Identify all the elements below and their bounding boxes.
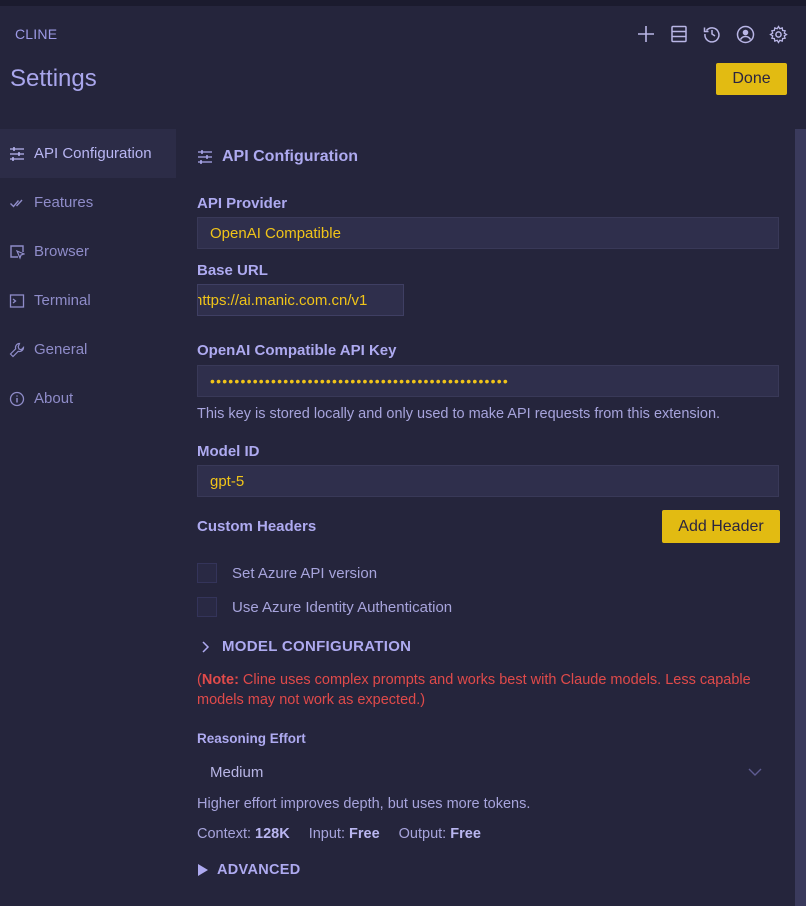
model-warning: (Note: Cline uses complex prompts and wo… <box>197 672 751 708</box>
browser-icon <box>8 243 25 260</box>
history-icon[interactable] <box>702 24 722 44</box>
base-url-label: Base URL <box>197 262 268 279</box>
page-title: Settings <box>10 65 97 92</box>
sidebar-item-label: Terminal <box>34 292 91 309</box>
azure-version-checkbox[interactable] <box>197 563 217 583</box>
section-title: API Configuration <box>197 148 358 166</box>
scrollbar[interactable] <box>795 129 806 906</box>
triangle-right-icon <box>197 863 209 877</box>
reasoning-effort-value: Medium <box>210 763 264 781</box>
azure-identity-label: Use Azure Identity Authentication <box>232 598 453 616</box>
output-price-info: Output: Free <box>398 826 481 842</box>
api-key-hint: This key is stored locally and only used… <box>197 406 721 422</box>
sidebar-item-general[interactable]: General <box>0 325 176 374</box>
sidebar-item-label: Features <box>34 194 94 211</box>
sidebar-item-terminal[interactable]: Terminal <box>0 276 176 325</box>
reasoning-effort-hint: Higher effort improves depth, but uses m… <box>197 796 531 812</box>
settings-sidebar: API Configuration Features Browser Termi… <box>0 129 176 423</box>
wrench-icon <box>8 341 25 358</box>
sidebar-item-features[interactable]: Features <box>0 178 176 227</box>
model-configuration-label: MODEL CONFIGURATION <box>222 638 412 655</box>
azure-identity-checkbox[interactable] <box>197 597 217 617</box>
account-icon[interactable] <box>735 24 755 44</box>
model-id-input[interactable]: gpt-5 <box>197 465 779 497</box>
sidebar-item-browser[interactable]: Browser <box>0 227 176 276</box>
input-price-info: Input: Free <box>308 826 380 842</box>
database-icon[interactable] <box>669 24 689 44</box>
advanced-label: ADVANCED <box>217 862 301 878</box>
terminal-icon <box>8 292 25 309</box>
base-url-input[interactable]: https://ai.manic.com.cn/v1 <box>197 284 404 316</box>
toolbar <box>636 24 788 44</box>
warning-text: Cline uses complex prompts and works bes… <box>197 672 751 708</box>
check-icon <box>8 194 25 211</box>
info-icon <box>8 390 25 407</box>
sidebar-item-api-configuration[interactable]: API Configuration <box>0 129 176 178</box>
api-provider-label: API Provider <box>197 195 288 212</box>
context-info: Context: 128K <box>197 826 290 842</box>
sidebar-item-about[interactable]: About <box>0 374 176 423</box>
azure-version-option[interactable]: Set Azure API version <box>197 563 377 583</box>
sidebar-item-label: API Configuration <box>34 145 152 162</box>
sidebar-item-label: Browser <box>34 243 90 260</box>
advanced-toggle[interactable]: ADVANCED <box>197 862 301 878</box>
warning-note: Note: <box>201 672 239 688</box>
top-bar: CLINE <box>0 0 806 56</box>
model-configuration-toggle[interactable]: MODEL CONFIGURATION <box>197 638 411 655</box>
api-key-input[interactable]: ••••••••••••••••••••••••••••••••••••••••… <box>197 365 779 397</box>
sidebar-item-label: General <box>34 341 88 358</box>
chevron-down-icon <box>747 764 763 780</box>
custom-headers-label: Custom Headers <box>197 518 317 535</box>
done-button[interactable]: Done <box>716 63 787 95</box>
sliders-icon <box>8 145 25 162</box>
base-url-value: https://ai.manic.com.cn/v1 <box>197 291 368 309</box>
model-id-label: Model ID <box>197 443 260 460</box>
gear-icon[interactable] <box>768 24 788 44</box>
reasoning-effort-select[interactable]: Medium <box>197 756 779 788</box>
chevron-right-icon <box>197 639 215 655</box>
plus-icon[interactable] <box>636 24 656 44</box>
sidebar-item-label: About <box>34 390 74 407</box>
add-header-button[interactable]: Add Header <box>662 510 780 543</box>
api-key-label: OpenAI Compatible API Key <box>197 342 397 359</box>
api-provider-select[interactable]: OpenAI Compatible <box>197 217 779 249</box>
reasoning-effort-label: Reasoning Effort <box>197 731 306 746</box>
azure-version-label: Set Azure API version <box>232 564 378 582</box>
app-title: CLINE <box>15 26 58 42</box>
model-info: Context: 128K Input: Free Output: Free <box>197 826 481 842</box>
sliders-icon <box>197 149 214 166</box>
azure-identity-option[interactable]: Use Azure Identity Authentication <box>197 597 452 617</box>
